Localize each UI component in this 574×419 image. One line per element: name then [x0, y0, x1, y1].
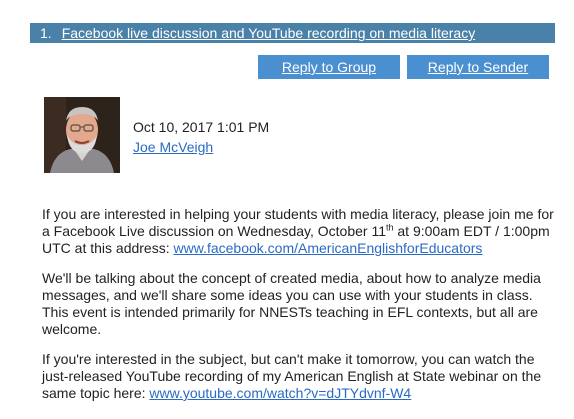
- message-paragraph-3: If you're interested in the subject, but…: [42, 351, 562, 402]
- avatar: [44, 97, 120, 173]
- reply-to-sender-label: Reply to Sender: [427, 59, 529, 75]
- youtube-link[interactable]: www.youtube.com/watch?v=dJTYdvnf-W4: [149, 385, 411, 401]
- topic-title-link[interactable]: Facebook live discussion and YouTube rec…: [62, 25, 476, 41]
- reply-to-group-button[interactable]: Reply to Group: [258, 55, 400, 79]
- post-meta: Oct 10, 2017 1:01 PM Joe McVeigh: [133, 119, 269, 156]
- ordinal-suffix: th: [385, 222, 394, 233]
- reply-to-sender-button[interactable]: Reply to Sender: [407, 55, 549, 79]
- post-date: Oct 10, 2017 1:01 PM: [133, 119, 270, 135]
- topic-header: 1. Facebook live discussion and YouTube …: [30, 23, 555, 43]
- topic-number: 1.: [40, 25, 52, 41]
- message-body: If you are interested in helping your st…: [42, 206, 562, 415]
- avatar-photo: [44, 97, 120, 173]
- author-link[interactable]: Joe McVeigh: [133, 139, 213, 156]
- message-paragraph-2: We'll be talking about the concept of cr…: [42, 270, 541, 337]
- message-paragraph-1: If you are interested in helping your st…: [42, 206, 562, 257]
- facebook-link[interactable]: www.facebook.com/AmericanEnglishforEduca…: [174, 240, 483, 256]
- reply-to-group-label: Reply to Group: [281, 59, 377, 75]
